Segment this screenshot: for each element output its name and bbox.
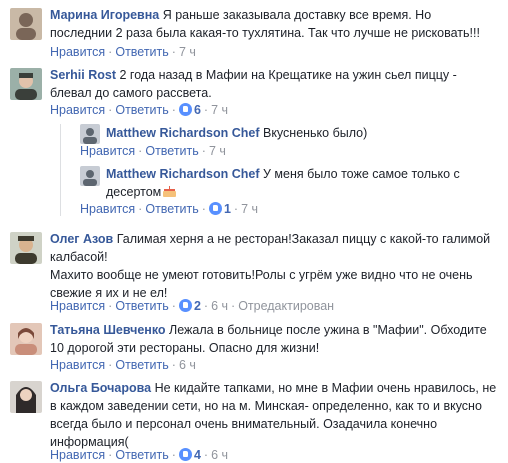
- timestamp[interactable]: 7 ч: [211, 103, 228, 117]
- reply-link[interactable]: Ответить: [115, 103, 168, 117]
- comment-text: Махито вообще не умеют готовить!Ролы с у…: [50, 268, 473, 282]
- like-link[interactable]: Нравится: [50, 358, 105, 372]
- avatar[interactable]: [10, 323, 42, 355]
- reactions-count[interactable]: 2: [178, 299, 201, 313]
- reply-thread-line: [60, 124, 61, 216]
- timestamp[interactable]: 7 ч: [241, 202, 258, 216]
- comment-author[interactable]: Matthew Richardson Chef: [106, 167, 260, 181]
- reply-link[interactable]: Ответить: [115, 358, 168, 372]
- comment-author[interactable]: Татьяна Шевченко: [50, 323, 166, 337]
- like-link[interactable]: Нравится: [80, 144, 135, 158]
- avatar[interactable]: [10, 68, 42, 100]
- comment-text: Галимая херня а не ресторан!Заказал пицц…: [116, 232, 491, 246]
- reply-link[interactable]: Ответить: [145, 202, 198, 216]
- reactions-count[interactable]: 4: [178, 448, 201, 462]
- timestamp[interactable]: 6 ч: [179, 358, 196, 372]
- like-link[interactable]: Нравится: [50, 299, 105, 313]
- reply-link[interactable]: Ответить: [145, 144, 198, 158]
- comment-author[interactable]: Serhii Rost: [50, 68, 116, 82]
- reply-link[interactable]: Ответить: [115, 299, 168, 313]
- cake-emoji-icon: [163, 186, 177, 197]
- comment-author[interactable]: Марина Игоревна: [50, 8, 159, 22]
- like-link[interactable]: Нравится: [50, 45, 105, 59]
- avatar[interactable]: [10, 381, 42, 413]
- like-link[interactable]: Нравится: [80, 202, 135, 216]
- comment-text: блевал до самого рассвета.: [50, 86, 212, 100]
- comment-author[interactable]: Matthew Richardson Chef: [106, 126, 260, 140]
- comment-author[interactable]: Олег Азов: [50, 232, 113, 246]
- thumbs-up-icon: [208, 202, 222, 215]
- comment-text: 10 дорогой эти рестораны. Опасно для жиз…: [50, 341, 320, 355]
- timestamp[interactable]: 7 ч: [179, 45, 196, 59]
- avatar[interactable]: [80, 124, 100, 144]
- comment-text: всегда было и персонал очень внимательны…: [50, 417, 438, 431]
- thumbs-up-icon: [178, 299, 192, 312]
- avatar[interactable]: [80, 166, 100, 186]
- like-link[interactable]: Нравится: [50, 448, 105, 462]
- comment-text: в каждом заведении сети, но на м. Минска…: [50, 399, 482, 413]
- comment-text: калбасой!: [50, 250, 108, 264]
- comment-text: Не кидайте тапками, но мне в Мафии очень…: [154, 381, 497, 395]
- comment-text: Вкусненько было): [262, 126, 368, 140]
- thumbs-up-icon: [178, 448, 192, 461]
- comment-author[interactable]: Ольга Бочарова: [50, 381, 151, 395]
- reply-link[interactable]: Ответить: [115, 45, 168, 59]
- avatar[interactable]: [10, 8, 42, 40]
- reply-link[interactable]: Ответить: [115, 448, 168, 462]
- avatar[interactable]: [10, 232, 42, 264]
- like-link[interactable]: Нравится: [50, 103, 105, 117]
- reactions-count[interactable]: 6: [178, 103, 201, 117]
- reactions-count[interactable]: 1: [208, 202, 231, 216]
- thumbs-up-icon: [178, 103, 192, 116]
- comment-text: У меня было тоже самое только с: [262, 167, 460, 181]
- comment-text: последнии 2 раза была какая-то тухлятина…: [50, 26, 480, 40]
- comment-text: десертом: [106, 185, 162, 199]
- timestamp[interactable]: 6 ч: [211, 448, 228, 462]
- timestamp[interactable]: 6 ч: [211, 299, 228, 313]
- comment-text: Я раньше заказывала доставку все время. …: [162, 8, 432, 22]
- edited-label[interactable]: Отредактирован: [238, 299, 334, 313]
- comment-text: 2 года назад в Мафии на Крещатике на ужи…: [119, 68, 457, 82]
- comment-text: Лежала в больнице после ужина в "Мафии".…: [169, 323, 487, 337]
- timestamp[interactable]: 7 ч: [209, 144, 226, 158]
